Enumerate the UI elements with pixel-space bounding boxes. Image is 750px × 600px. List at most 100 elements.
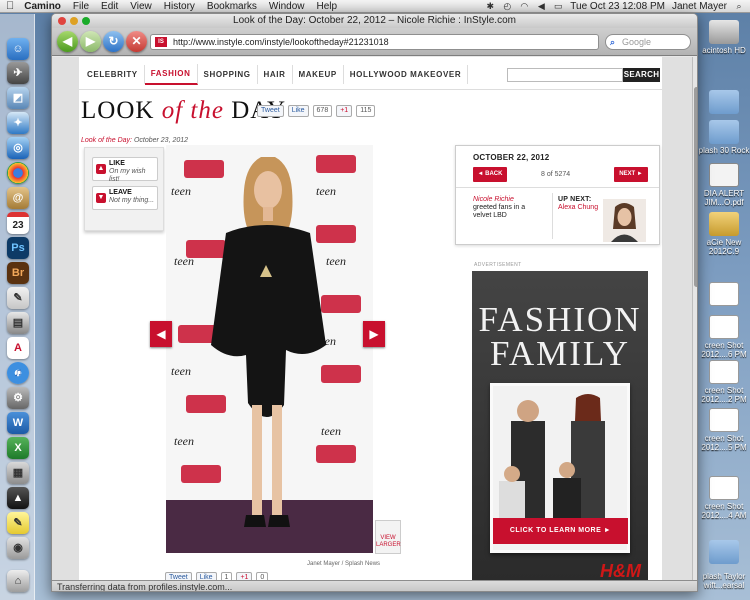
disk-utility-icon[interactable]: ◉ [7, 537, 29, 559]
desktop-icon-30-rock[interactable]: plash 30 Rock [698, 120, 750, 155]
pages-icon[interactable]: ✎ [7, 287, 29, 309]
site-favicon: IS [155, 37, 167, 47]
back-button[interactable]: ◀ [57, 31, 78, 52]
time-machine-icon[interactable]: ◴ [502, 1, 512, 11]
gplus-count-bottom: 0 [256, 572, 269, 580]
menu-view[interactable]: View [130, 1, 152, 12]
volume-icon[interactable]: ◀ [536, 1, 546, 11]
browser-toolbar: ◀ ▶ ↻ ✕ IS http://www.instyle.com/instyl… [52, 28, 697, 56]
gallery-panel: OCTOBER 22, 2012 ◄ BACK 8 of 5274 NEXT ►… [455, 145, 660, 245]
user-menu[interactable]: Janet Mayer [672, 1, 727, 12]
google-plus-button-bottom[interactable]: +1 [236, 572, 253, 580]
stickies-icon[interactable]: ✎ [7, 512, 29, 534]
nav-shopping[interactable]: SHOPPING [198, 64, 258, 84]
word-icon[interactable]: W [7, 412, 29, 434]
site-search-input[interactable] [507, 68, 623, 82]
desktop-icon-shot-2[interactable]: creen Shot 2012....6 PM [698, 315, 750, 359]
menu-history[interactable]: History [164, 1, 195, 12]
desktop-icon-folder[interactable] [698, 90, 750, 116]
menu-bookmarks[interactable]: Bookmarks [207, 1, 257, 12]
look-photo[interactable]: teen teen teen teen teen teen teen teen [166, 145, 373, 553]
nav-hair[interactable]: HAIR [258, 64, 293, 84]
site-search-button[interactable]: SEARCH [623, 68, 660, 82]
desktop-icon-hd[interactable]: acintosh HD [698, 20, 750, 55]
like-button[interactable]: ▲ LIKE On my wish list! [92, 157, 158, 183]
photo-next-arrow[interactable]: ▶ [363, 321, 385, 347]
forward-button[interactable]: ▶ [80, 31, 101, 52]
bluetooth-icon[interactable]: ✱ [485, 1, 495, 11]
address-book-icon[interactable]: @ [7, 187, 29, 209]
acrobat-icon[interactable]: A [7, 337, 29, 359]
finder-icon[interactable]: ☺ [7, 38, 29, 60]
nav-hollywood-makeover[interactable]: HOLLYWOOD MAKEOVER [344, 64, 469, 84]
menu-window[interactable]: Window [269, 1, 305, 12]
wifi-icon[interactable]: ◠ [519, 1, 529, 11]
ad-cta-button[interactable]: CLICK TO LEARN MORE ► [493, 518, 628, 544]
chrome-icon[interactable] [7, 162, 29, 184]
desktop-icon-zip[interactable]: aCie New 2012C.9 [698, 212, 750, 256]
photoshop-icon[interactable]: Ps [7, 237, 29, 259]
facebook-like-button-bottom[interactable]: Like [195, 572, 217, 580]
leave-button[interactable]: ▼ LEAVE Not my thing... [92, 186, 158, 210]
screenshot-file-icon [709, 315, 739, 339]
google-plus-button[interactable]: +1 [336, 105, 353, 117]
google-search-field[interactable]: ⌕ Google [605, 34, 691, 50]
excel-icon[interactable]: X [7, 437, 29, 459]
desktop-icon-shot-1[interactable] [698, 282, 750, 308]
nav-makeup[interactable]: MAKEUP [293, 64, 344, 84]
minimize-window-icon[interactable] [70, 17, 78, 25]
bridge-icon[interactable]: Br [7, 262, 29, 284]
scroll-thumb[interactable] [694, 87, 697, 287]
zoom-window-icon[interactable] [82, 17, 90, 25]
advertisement[interactable]: FASHION FAMILY CLICK TO LEARN MORE ► H&M [472, 271, 648, 580]
close-window-icon[interactable] [58, 17, 66, 25]
celeb-name-link[interactable]: Nicole Richie [473, 196, 535, 204]
itunes-icon[interactable]: ♫ [7, 362, 29, 384]
view-larger-button[interactable]: VIEW LARGER [375, 520, 401, 554]
reload-button[interactable]: ↻ [103, 31, 124, 52]
graduation-cap-icon[interactable]: ▲ [7, 487, 29, 509]
calendar-icon[interactable]: 23 [7, 212, 29, 234]
desktop-icon-shot-3[interactable]: creen Shot 2012....2 PM [698, 360, 750, 404]
up-next-link[interactable]: Alexa Chung [558, 204, 598, 212]
spotlight-icon[interactable]: ⌕ [734, 1, 744, 11]
preview-icon[interactable]: ◩ [7, 87, 29, 109]
ad-headline: FASHION FAMILY [478, 300, 642, 373]
status-text: Transferring data from profiles.instyle.… [57, 582, 233, 592]
battery-icon[interactable]: ▭ [553, 1, 563, 11]
desktop-icon-pdf[interactable]: DIA ALERT JIM...O.pdf [698, 163, 750, 207]
nav-celebrity[interactable]: CELEBRITY [81, 64, 145, 84]
gallery-back-button[interactable]: ◄ BACK [473, 167, 507, 182]
photo-credit: Janet Mayer / Splash News [307, 561, 381, 567]
safari-icon[interactable]: ◎ [7, 137, 29, 159]
gallery-next-button[interactable]: NEXT ► [614, 167, 648, 182]
divider [552, 193, 553, 239]
menu-file[interactable]: File [73, 1, 89, 12]
up-next-thumbnail[interactable] [603, 199, 646, 242]
app-menu[interactable]: Camino [24, 1, 61, 12]
tweet-button[interactable]: Tweet [257, 105, 284, 117]
url-field[interactable]: IS http://www.instyle.com/instyle/lookof… [150, 34, 599, 50]
tweet-button-bottom[interactable]: Tweet [165, 572, 192, 580]
menu-edit[interactable]: Edit [101, 1, 118, 12]
facebook-like-button[interactable]: Like [287, 105, 309, 117]
calculator-icon[interactable]: ▦ [7, 462, 29, 484]
desktop-icon-taylor[interactable]: plash Taylor wift...earsal [698, 572, 750, 590]
desktop-icon-folder-2[interactable] [698, 540, 750, 566]
menubar-clock[interactable]: Tue Oct 23 12:08 PM [570, 1, 665, 12]
vertical-scrollbar[interactable] [692, 57, 697, 580]
stop-button[interactable]: ✕ [126, 31, 147, 52]
window-titlebar[interactable]: Look of the Day: October 22, 2012 – Nico… [52, 14, 697, 28]
photo-prev-arrow[interactable]: ◀ [150, 321, 172, 347]
photo-app-icon[interactable]: ▤ [7, 312, 29, 334]
menu-help[interactable]: Help [317, 1, 338, 12]
svg-text:teen: teen [174, 434, 194, 448]
trash-icon[interactable]: ⌂ [7, 570, 29, 592]
apple-menu-icon[interactable]:  [6, 0, 14, 12]
nav-fashion[interactable]: FASHION [144, 63, 198, 85]
compass-icon[interactable]: ✦ [7, 112, 29, 134]
system-preferences-icon[interactable]: ⚙ [7, 387, 29, 409]
desktop-icon-shot-5[interactable]: creen Shot 2012....4 AM [698, 476, 750, 520]
desktop-icon-shot-4[interactable]: creen Shot 2012....5 PM [698, 408, 750, 452]
launchpad-icon[interactable]: ✈ [7, 62, 29, 84]
